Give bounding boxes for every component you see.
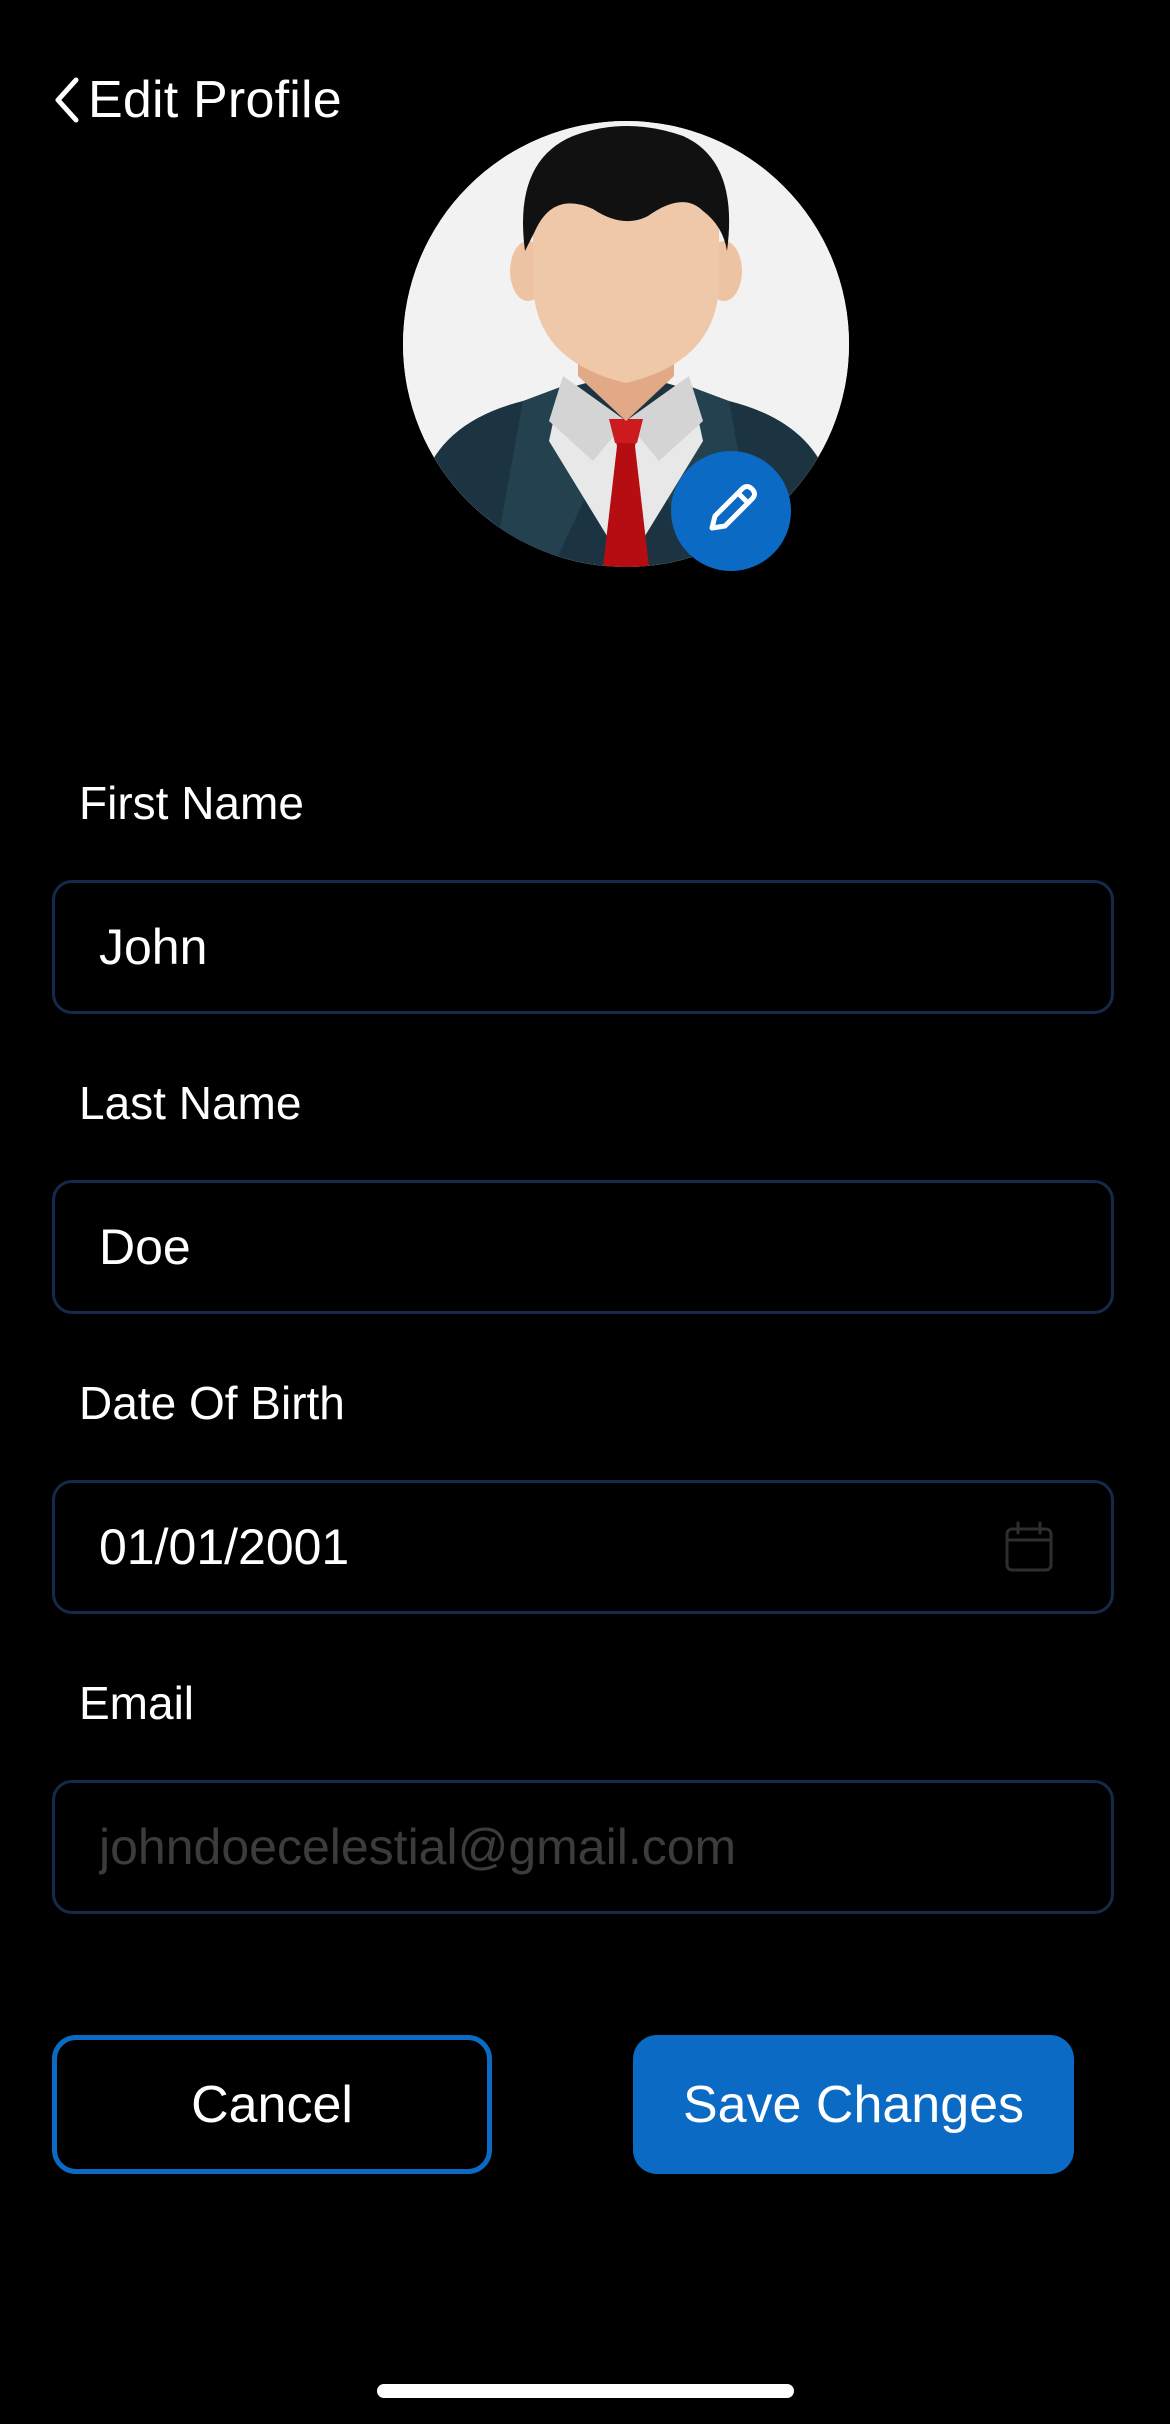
- first-name-value[interactable]: John: [99, 918, 1075, 976]
- last-name-field[interactable]: Doe: [52, 1180, 1114, 1314]
- avatar-container: [403, 121, 849, 571]
- back-button[interactable]: Edit Profile: [52, 66, 342, 134]
- save-changes-button[interactable]: Save Changes: [633, 2035, 1074, 2174]
- home-indicator[interactable]: [377, 2384, 794, 2398]
- edit-avatar-button[interactable]: [671, 451, 791, 571]
- first-name-field[interactable]: John: [52, 880, 1114, 1014]
- email-label: Email: [79, 1677, 195, 1729]
- date-of-birth-label: Date Of Birth: [79, 1377, 345, 1429]
- date-of-birth-value[interactable]: 01/01/2001: [99, 1518, 1001, 1576]
- email-value: johndoecelestial@gmail.com: [99, 1819, 737, 1875]
- pencil-icon: [698, 476, 764, 547]
- last-name-label: Last Name: [79, 1077, 302, 1129]
- cancel-button[interactable]: Cancel: [52, 2035, 492, 2174]
- page-title: Edit Profile: [88, 71, 342, 129]
- date-of-birth-field[interactable]: 01/01/2001: [52, 1480, 1114, 1614]
- last-name-value[interactable]: Doe: [99, 1218, 1075, 1276]
- calendar-icon[interactable]: [1001, 1519, 1057, 1575]
- chevron-left-icon[interactable]: [52, 74, 86, 126]
- first-name-label: First Name: [79, 777, 304, 829]
- email-field: johndoecelestial@gmail.com: [52, 1780, 1114, 1914]
